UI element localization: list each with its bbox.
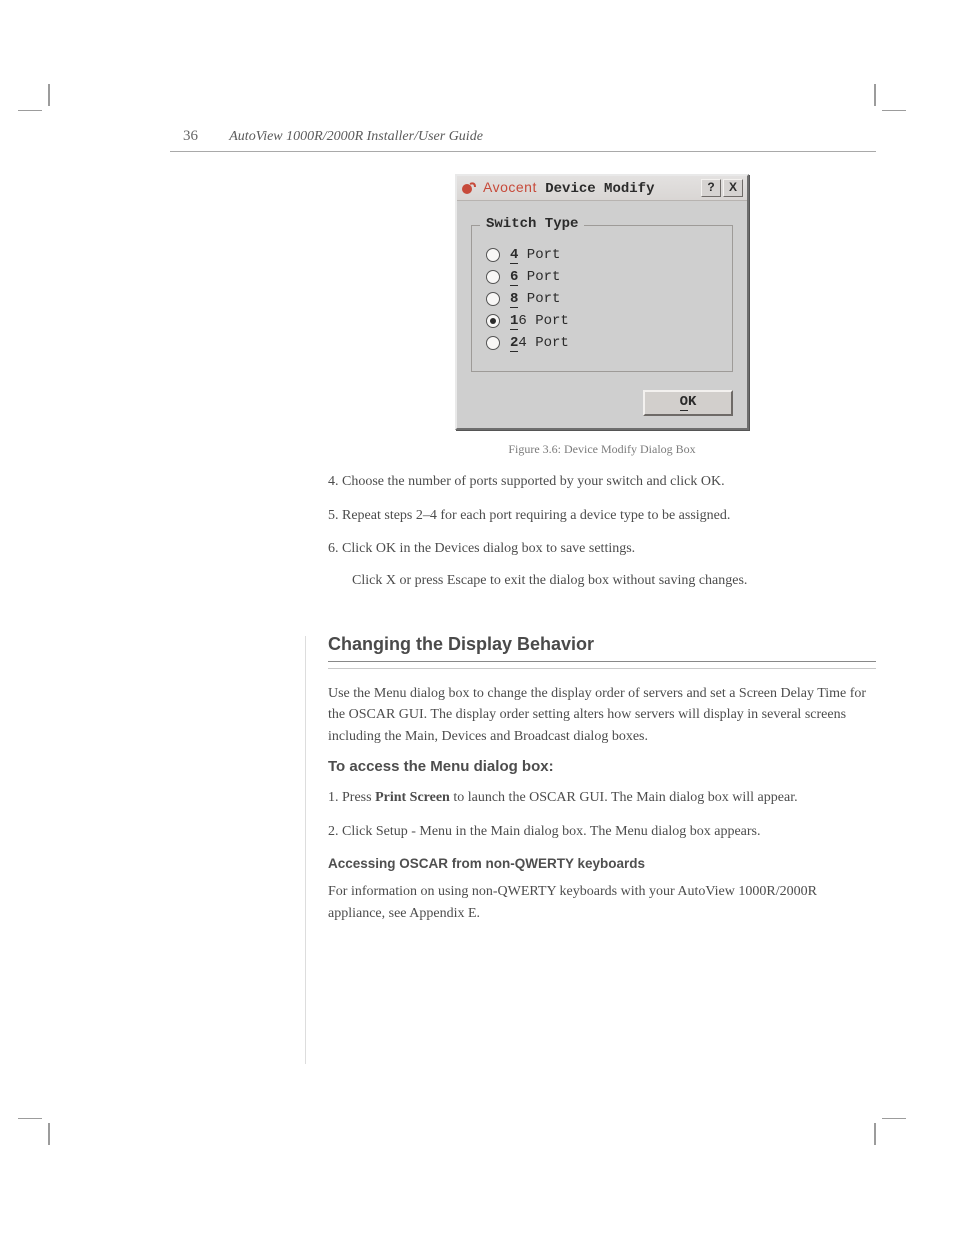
radio-icon-checked [486,314,500,328]
step-5: 5. Repeat steps 2–4 for each port requir… [328,505,876,527]
radio-6-port[interactable]: 6 Port [486,269,718,285]
subsection-heading: To access the Menu dialog box: [328,758,876,775]
page-number: 36 [170,128,198,145]
running-head-title: AutoView 1000R/2000R Installer/User Guid… [229,129,483,144]
page-body: 36 AutoView 1000R/2000R Installer/User G… [170,128,876,935]
dialog-button-row: OK [457,382,747,428]
close-button[interactable]: X [723,179,743,197]
dialog-body: Switch Type 4 Port 6 Port 8 Port [457,201,747,382]
crop-mark-top-left [18,84,58,124]
radio-icon [486,292,500,306]
switch-type-group: Switch Type 4 Port 6 Port 8 Port [471,225,733,372]
radio-8-port[interactable]: 8 Port [486,291,718,307]
step-6-alt: Click X or press Escape to exit the dial… [352,570,876,592]
step-4: 4. Choose the number of ports supported … [328,471,876,493]
title-rest: Device Modify [545,181,654,197]
crop-mark-bottom-left [18,1105,58,1145]
ok-button[interactable]: OK [643,390,733,416]
menu-step-1: 1. Press Print Screen to launch the OSCA… [328,787,876,809]
running-head: 36 AutoView 1000R/2000R Installer/User G… [170,128,876,145]
radio-24-port[interactable]: 24 Port [486,335,718,351]
heading-rule-dark [328,661,876,662]
radio-icon [486,248,500,262]
figure-wrap: Avocent Device Modify ? X Switch Type [328,174,876,457]
header-rule [170,151,876,152]
step-6: 6. Click OK in the Devices dialog box to… [328,538,876,560]
device-modify-dialog: Avocent Device Modify ? X Switch Type [455,174,749,430]
dialog-titlebar: Avocent Device Modify ? X [457,176,747,201]
radio-icon [486,336,500,350]
menu-step-2: 2. Click Setup - Menu in the Main dialog… [328,821,876,843]
figure-caption: Figure 3.6: Device Modify Dialog Box [328,442,876,457]
radio-icon [486,270,500,284]
subhead-non-qwerty: Accessing OSCAR from non-QWERTY keyboard… [328,856,876,871]
dialog-title: Avocent Device Modify [483,179,699,197]
non-qwerty-para: For information on using non-QWERTY keyb… [328,881,876,924]
section-heading: Changing the Display Behavior [328,634,876,655]
crop-mark-bottom-right [866,1105,906,1145]
print-screen-key: Print Screen [375,790,450,805]
brand-text: Avocent [483,179,537,195]
section-intro: Use the Menu dialog box to change the di… [328,683,876,748]
help-button[interactable]: ? [701,179,721,197]
radio-4-port[interactable]: 4 Port [486,247,718,263]
heading-rule-light [328,668,876,669]
group-legend: Switch Type [482,216,582,232]
radio-16-port[interactable]: 16 Port [486,313,718,329]
content-column: Avocent Device Modify ? X Switch Type [328,174,876,925]
app-icon [461,180,477,196]
crop-mark-top-right [866,84,906,124]
